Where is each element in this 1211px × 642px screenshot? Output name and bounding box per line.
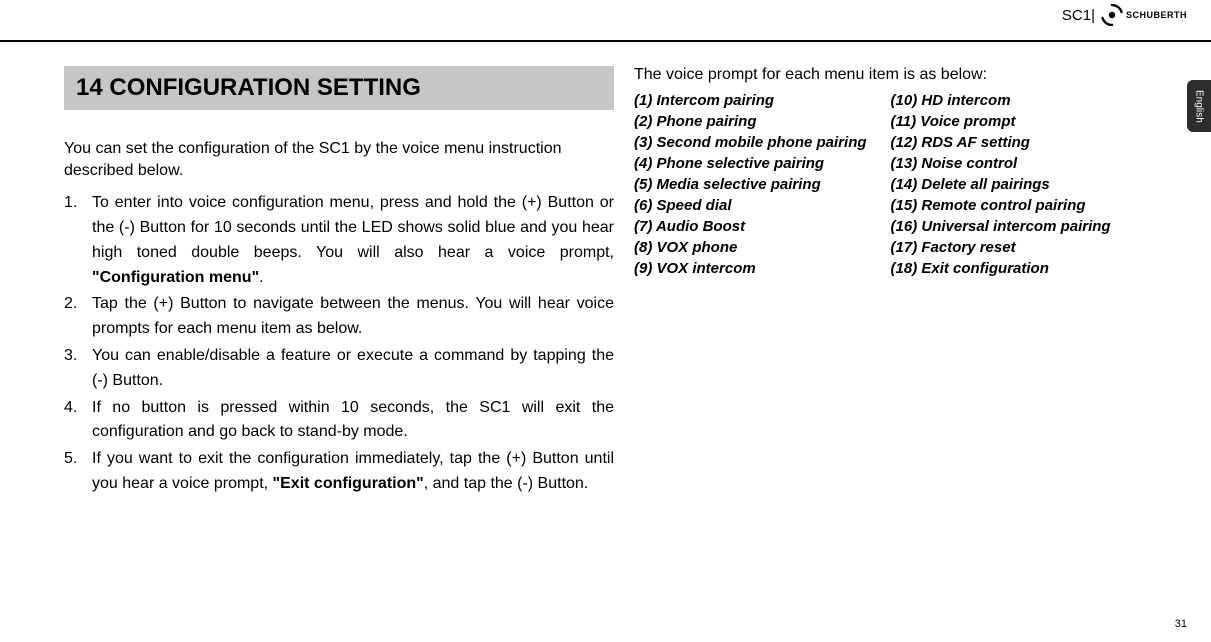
prompt-item: (9) VOX intercom [634, 258, 867, 279]
prompt-item: (3) Second mobile phone pairing [634, 132, 867, 153]
left-column: 14 CONFIGURATION SETTING You can set the… [64, 66, 614, 499]
prompt-item: (14) Delete all pairings [891, 174, 1111, 195]
prompt-item: (13) Noise control [891, 153, 1111, 174]
prompt-item: (11) Voice prompt [891, 111, 1111, 132]
page-header: SC1| SCHUBERTH [0, 0, 1211, 42]
language-label: English [1194, 90, 1205, 123]
page-number: 31 [1175, 618, 1187, 630]
prompt-item: (6) Speed dial [634, 195, 867, 216]
steps-list: To enter into voice configuration menu, … [64, 191, 614, 497]
prompt-intro: The voice prompt for each menu item is a… [634, 66, 1154, 84]
language-tab[interactable]: English [1187, 80, 1211, 132]
step-1: To enter into voice configuration menu, … [64, 191, 614, 290]
step-4: If no button is pressed within 10 second… [64, 396, 614, 446]
prompt-item: (7) Audio Boost [634, 216, 867, 237]
model-label: SC1| [1062, 7, 1095, 24]
brand-logo: SCHUBERTH [1101, 4, 1187, 26]
brand-text: SCHUBERTH [1126, 10, 1187, 20]
prompt-item: (16) Universal intercom pairing [891, 216, 1111, 237]
prompt-col-left: (1) Intercom pairing (2) Phone pairing (… [634, 90, 867, 279]
prompt-item: (2) Phone pairing [634, 111, 867, 132]
header-right: SC1| SCHUBERTH [1062, 4, 1187, 26]
step-2: Tap the (+) Button to navigate between t… [64, 292, 614, 342]
intro-text: You can set the configuration of the SC1… [64, 138, 614, 181]
prompt-item: (17) Factory reset [891, 237, 1111, 258]
schuberth-icon [1101, 4, 1123, 26]
prompt-item: (15) Remote control pairing [891, 195, 1111, 216]
step-3: You can enable/disable a feature or exec… [64, 344, 614, 394]
step-5: If you want to exit the configuration im… [64, 447, 614, 497]
prompt-item: (10) HD intercom [891, 90, 1111, 111]
page-content: 14 CONFIGURATION SETTING You can set the… [0, 42, 1211, 499]
prompt-col-right: (10) HD intercom (11) Voice prompt (12) … [891, 90, 1111, 279]
prompt-item: (12) RDS AF setting [891, 132, 1111, 153]
section-title: 14 CONFIGURATION SETTING [64, 66, 614, 110]
right-column: The voice prompt for each menu item is a… [634, 66, 1154, 499]
prompt-item: (4) Phone selective pairing [634, 153, 867, 174]
prompt-item: (1) Intercom pairing [634, 90, 867, 111]
prompt-item: (18) Exit configuration [891, 258, 1111, 279]
prompt-columns: (1) Intercom pairing (2) Phone pairing (… [634, 90, 1154, 279]
prompt-item: (8) VOX phone [634, 237, 867, 258]
prompt-item: (5) Media selective pairing [634, 174, 867, 195]
